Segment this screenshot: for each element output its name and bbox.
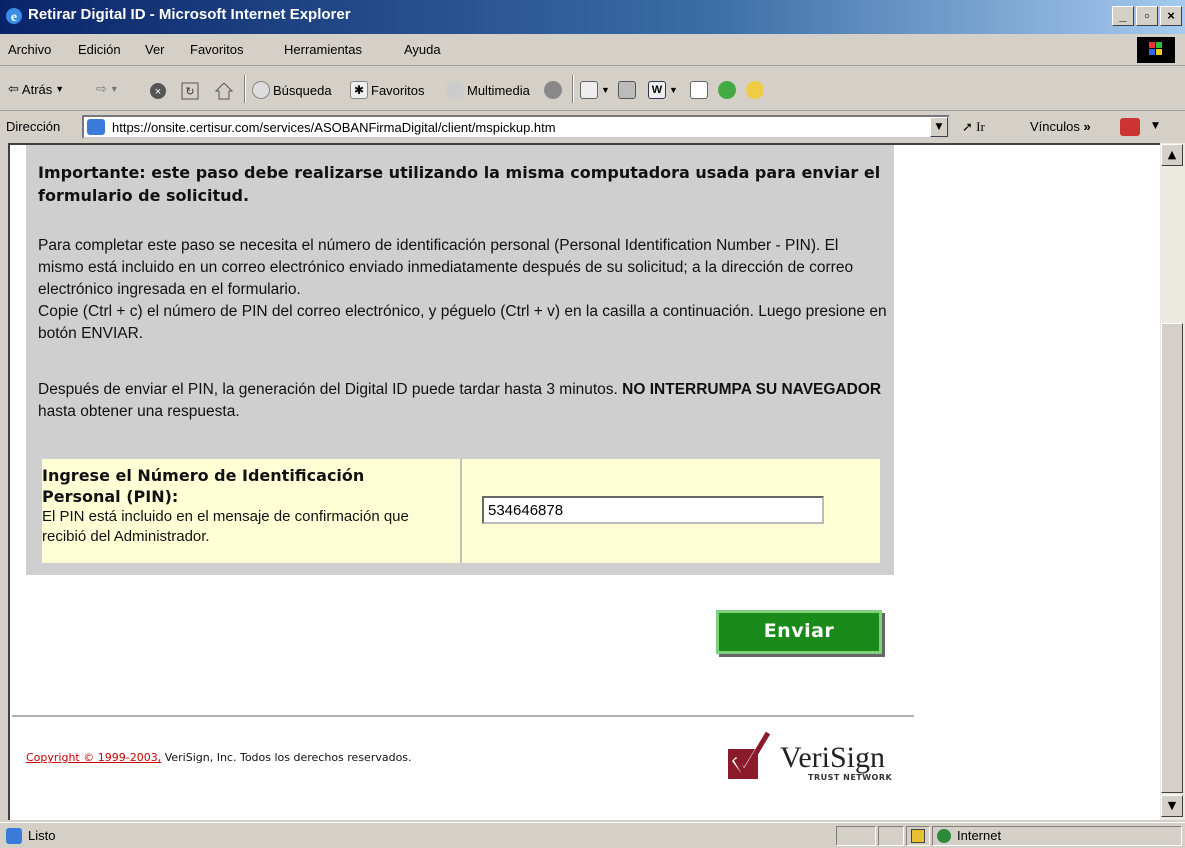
scroll-down-button[interactable]: ▼ xyxy=(1161,795,1183,817)
scroll-up-button[interactable]: ▲ xyxy=(1161,144,1183,166)
pin-input[interactable] xyxy=(482,496,824,524)
back-button[interactable]: ⇦ Atrás ▼ xyxy=(8,81,64,97)
status-text: Listo xyxy=(28,828,56,843)
menu-ver[interactable]: Ver xyxy=(145,42,165,57)
svg-text:×: × xyxy=(155,86,161,98)
address-input[interactable]: https://onsite.certisur.com/services/ASO… xyxy=(82,115,950,139)
address-url: https://onsite.certisur.com/services/ASO… xyxy=(112,120,556,135)
menu-ayuda[interactable]: Ayuda xyxy=(404,42,441,57)
pin-form: Ingrese el Número de Identificación Pers… xyxy=(42,459,880,563)
verisign-logo: VeriSign TRUST NETWORK xyxy=(722,725,902,787)
research-icon xyxy=(746,81,764,99)
info-panel: Importante: este paso debe realizarse ut… xyxy=(26,145,894,575)
back-arrow-icon: ⇦ xyxy=(8,81,19,96)
mail-icon xyxy=(580,81,598,99)
media-button[interactable]: Multimedia xyxy=(446,81,530,99)
menu-edicion[interactable]: Edición xyxy=(78,42,121,57)
menu-favoritos[interactable]: Favoritos xyxy=(190,42,243,57)
menu-archivo[interactable]: Archivo xyxy=(8,42,51,57)
address-label: Dirección xyxy=(6,119,61,134)
discuss-icon xyxy=(690,81,708,99)
search-icon xyxy=(252,81,270,99)
messenger-button[interactable] xyxy=(718,81,736,99)
refresh-icon: ↻ xyxy=(181,82,199,100)
mail-button[interactable]: ▼ xyxy=(580,81,610,99)
go-button[interactable]: ➚ Ir xyxy=(962,119,985,135)
address-bar: Dirección https://onsite.certisur.com/se… xyxy=(0,112,1185,142)
copyright: Copyright © 1999-2003, VeriSign, Inc. To… xyxy=(26,751,412,764)
ie-icon: e xyxy=(6,8,22,25)
svg-text:e: e xyxy=(11,10,17,25)
scroll-thumb[interactable] xyxy=(1161,323,1183,793)
refresh-button[interactable]: ↻ xyxy=(180,81,200,101)
printer-icon xyxy=(618,81,636,99)
page-viewport: Importante: este paso debe realizarse ut… xyxy=(8,143,1160,820)
print-button[interactable] xyxy=(618,81,636,99)
favorites-button[interactable]: ✱ Favoritos xyxy=(350,81,424,99)
edit-button[interactable]: W ▼ xyxy=(648,81,678,99)
discuss-button[interactable] xyxy=(690,81,708,99)
address-dropdown-button[interactable]: ▼ xyxy=(930,117,948,137)
status-pane xyxy=(878,826,904,846)
stop-button[interactable]: × xyxy=(148,81,168,101)
separator xyxy=(244,75,246,103)
status-pane xyxy=(906,826,930,846)
status-pane xyxy=(836,826,876,846)
chevron-down-icon: ▼ xyxy=(601,85,610,95)
warning-text: Después de enviar el PIN, la generación … xyxy=(38,381,882,420)
toolbar: ⇦ Atrás ▼ ⇨ ▼ × ↻ Búsqueda ✱ Favoritos M… xyxy=(0,67,1185,111)
status-bar: Listo Internet xyxy=(0,822,1185,848)
chevron-down-icon: ▼ xyxy=(55,84,65,94)
stop-icon: × xyxy=(150,83,166,99)
menu-herramientas[interactable]: Herramientas xyxy=(284,42,362,57)
menu-bar: Archivo Edición Ver Favoritos Herramient… xyxy=(0,34,1185,66)
send-button[interactable]: Enviar xyxy=(716,610,882,654)
page-done-icon xyxy=(6,828,22,844)
lock-icon xyxy=(911,829,925,843)
globe-icon xyxy=(937,829,951,843)
acrobat-icon[interactable] xyxy=(1120,118,1140,136)
search-button[interactable]: Búsqueda xyxy=(252,81,332,99)
star-icon: ✱ xyxy=(350,81,368,99)
vertical-scrollbar[interactable]: ▲ ▼ xyxy=(1160,143,1185,820)
page-heading: Importante: este paso debe realizarse ut… xyxy=(38,163,881,205)
chevron-down-icon: ▼ xyxy=(109,84,119,94)
minimize-button[interactable]: _ xyxy=(1112,6,1134,26)
history-button[interactable] xyxy=(544,81,562,99)
chevron-down-icon: ▼ xyxy=(669,85,678,95)
svg-text:↻: ↻ xyxy=(185,86,194,98)
forward-button[interactable]: ⇨ ▼ xyxy=(96,81,119,97)
divider xyxy=(12,715,914,717)
maximize-button[interactable]: ▫ xyxy=(1136,6,1158,26)
forward-arrow-icon: ⇨ xyxy=(96,81,107,96)
close-button[interactable]: × xyxy=(1160,6,1182,26)
links-button[interactable]: Vínculos » xyxy=(1030,119,1091,134)
word-icon: W xyxy=(648,81,666,99)
research-button[interactable] xyxy=(746,81,764,99)
zone-pane: Internet xyxy=(932,826,1182,846)
copyright-link[interactable]: Copyright © 1999-2003, xyxy=(26,751,161,764)
chevron-down-icon[interactable]: ▼ xyxy=(1152,121,1159,131)
instructions-text: Para completar este paso se necesita el … xyxy=(38,237,887,342)
home-icon xyxy=(214,82,234,100)
verisign-wordmark: VeriSign xyxy=(780,741,885,774)
window-title: Retirar Digital ID - Microsoft Internet … xyxy=(28,6,351,23)
messenger-icon xyxy=(718,81,736,99)
verisign-tagline: TRUST NETWORK xyxy=(808,773,893,782)
page-icon xyxy=(87,119,105,135)
home-button[interactable] xyxy=(214,81,234,101)
title-bar: e Retirar Digital ID - Microsoft Interne… xyxy=(0,0,1185,34)
pin-label: Ingrese el Número de Identificación Pers… xyxy=(42,459,462,563)
history-icon xyxy=(544,81,562,99)
windows-logo-icon xyxy=(1137,37,1175,63)
separator xyxy=(572,75,574,103)
media-icon xyxy=(446,81,464,99)
